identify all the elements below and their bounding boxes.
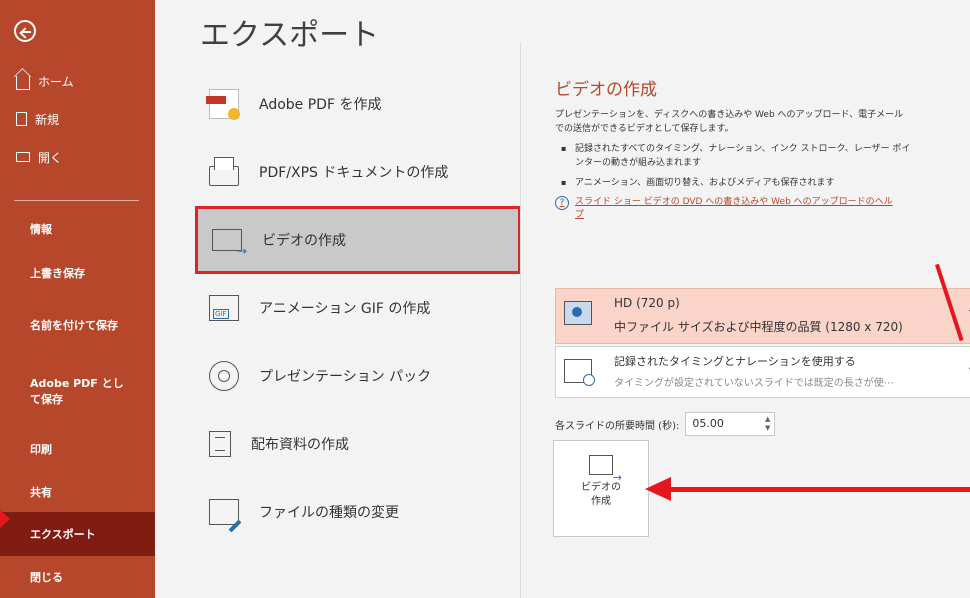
gif-icon <box>209 295 239 321</box>
option-label: 配布資料の作成 <box>251 437 349 453</box>
video-detail-panel: ビデオの作成 プレゼンテーションを、ディスクへの書き込みや Web へのアップロ… <box>555 75 970 222</box>
sidebar-item-label: 情報 <box>30 223 52 236</box>
timing-dropdown[interactable]: 記録されたタイミングとナレーションを使用する タイミングが設定されていないスライ… <box>555 346 970 398</box>
spin-arrows-icon[interactable]: ▲ ▼ <box>765 415 770 433</box>
help-link[interactable]: ? スライド ショー ビデオの DVD への書き込みや Web へのアップロード… <box>555 196 970 222</box>
new-document-icon <box>16 112 27 126</box>
folder-icon <box>16 152 30 162</box>
create-video-label: ビデオの <box>581 482 621 493</box>
timing-title: 記録されたタイミングとナレーションを使用する <box>614 355 856 368</box>
help-link-line: プ <box>575 210 585 220</box>
sidebar-item-label: 新規 <box>35 112 60 127</box>
create-video-label: 作成 <box>591 496 611 507</box>
option-label: アニメーション GIF の作成 <box>259 301 431 317</box>
option-create-video[interactable]: ビデオの作成 <box>195 206 521 274</box>
help-question-icon: ? <box>555 196 569 210</box>
file-type-icon <box>209 499 239 525</box>
duration-value: 05.00 <box>692 417 724 430</box>
sidebar-item-label: エクスポート <box>30 528 96 541</box>
feature-bullets: 記録されたすべてのタイミング、ナレーション、インク ストローク、レーザー ポイ … <box>555 142 970 190</box>
bullet-text: ンターの動きが組み込まれます <box>575 158 702 168</box>
sidebar-item-label: 閉じる <box>30 571 63 584</box>
detail-description-line: プレゼンテーションを、ディスクへの書き込みや Web へのアップロード、電子メー… <box>555 110 904 120</box>
sidebar-item-home[interactable]: ホーム <box>0 62 155 100</box>
bullet-item: 記録されたすべてのタイミング、ナレーション、インク ストローク、レーザー ポイ … <box>555 142 970 170</box>
option-label: ビデオの作成 <box>262 233 346 249</box>
back-arrow-icon[interactable] <box>14 20 36 42</box>
disc-package-icon <box>209 361 239 391</box>
page-title: エクスポート <box>200 18 380 53</box>
create-video-button[interactable]: ビデオの 作成 <box>553 440 649 537</box>
option-label: ファイルの種類の変更 <box>259 505 399 521</box>
option-package-presentation[interactable]: プレゼンテーション パック <box>195 342 525 410</box>
sidebar-item-label: 印刷 <box>30 443 52 456</box>
sidebar-item-export[interactable]: エクスポート <box>0 512 155 556</box>
sidebar-item-label: 上書き保存 <box>30 267 85 280</box>
pane-divider <box>520 42 521 598</box>
hd-monitor-icon <box>564 301 592 325</box>
detail-description-line: での送信ができるビデオとして保存します。 <box>555 124 734 134</box>
bullet-text: アニメーション、画面切り替え、およびメディアも保存されます <box>575 178 835 188</box>
sidebar-item-print[interactable]: 印刷 <box>0 426 155 472</box>
option-create-pdf-xps[interactable]: PDF/XPS ドキュメントの作成 <box>195 138 525 206</box>
sidebar-item-info[interactable]: 情報 <box>0 206 155 252</box>
help-link-line: スライド ショー ビデオの DVD への書き込みや Web へのアップロードのヘ… <box>575 197 893 207</box>
sidebar-item-save-as[interactable]: 名前を付けて保存 <box>0 294 125 358</box>
printer-document-icon <box>209 157 239 186</box>
sidebar-item-new[interactable]: 新規 <box>0 100 155 138</box>
sidebar-divider <box>14 200 139 201</box>
help-link-text: スライド ショー ビデオの DVD への書き込みや Web へのアップロードのヘ… <box>575 196 893 222</box>
sidebar-item-label: ホーム <box>38 74 74 89</box>
timing-narration-icon <box>564 359 595 386</box>
duration-row: 各スライドの所要時間 (秒): 05.00 ▲ ▼ <box>555 412 776 436</box>
option-label: プレゼンテーション パック <box>259 369 432 385</box>
annotation-arrow <box>0 510 10 530</box>
chevron-down-icon <box>966 365 970 377</box>
quality-title: HD (720 p) <box>614 296 680 310</box>
adobe-pdf-icon <box>206 89 240 120</box>
detail-description: プレゼンテーションを、ディスクへの書き込みや Web へのアップロード、電子メー… <box>555 108 970 136</box>
home-icon <box>16 76 30 90</box>
duration-label: 各スライドの所要時間 (秒): <box>555 420 680 432</box>
detail-title: ビデオの作成 <box>555 80 657 100</box>
option-create-handouts[interactable]: 配布資料の作成 <box>195 410 525 478</box>
option-create-animated-gif[interactable]: アニメーション GIF の作成 <box>195 274 525 342</box>
timing-subtitle: タイミングが設定されていないスライドでは既定の長さが使⋯ <box>614 378 894 389</box>
export-options-list: Adobe PDF を作成 PDF/XPS ドキュメントの作成 ビデオの作成 ア… <box>195 70 525 546</box>
quality-subtitle: 中ファイル サイズおよび中程度の品質 (1280 x 720) <box>614 320 903 334</box>
video-icon <box>212 229 247 258</box>
sidebar-item-label: 共有 <box>30 486 52 499</box>
bullet-item: アニメーション、画面切り替え、およびメディアも保存されます <box>555 176 970 190</box>
option-change-file-type[interactable]: ファイルの種類の変更 <box>195 478 525 546</box>
sidebar-top-nav: ホーム 新規 開く <box>0 62 155 176</box>
sidebar-item-close[interactable]: 閉じる <box>0 556 155 598</box>
handout-icon <box>209 431 231 457</box>
annotation-arrow <box>665 487 970 492</box>
chevron-down-icon <box>966 307 970 319</box>
sidebar-item-label: Adobe PDF として保存 <box>30 377 124 406</box>
sidebar-bottom-nav: 情報 上書き保存 名前を付けて保存 Adobe PDF として保存 印刷 共有 … <box>0 206 155 598</box>
video-icon <box>589 455 622 484</box>
sidebar-item-save-as-pdf[interactable]: Adobe PDF として保存 <box>0 358 125 426</box>
sidebar-item-save[interactable]: 上書き保存 <box>0 252 155 294</box>
sidebar-item-share[interactable]: 共有 <box>0 472 155 512</box>
sidebar-item-open[interactable]: 開く <box>0 138 155 176</box>
sidebar-item-label: 名前を付けて保存 <box>30 319 118 332</box>
bullet-text: 記録されたすべてのタイミング、ナレーション、インク ストローク、レーザー ポイ <box>575 144 911 154</box>
option-label: Adobe PDF を作成 <box>259 97 382 113</box>
option-create-adobe-pdf[interactable]: Adobe PDF を作成 <box>195 70 525 138</box>
duration-input[interactable]: 05.00 ▲ ▼ <box>685 412 776 436</box>
backstage-sidebar: ホーム 新規 開く 情報 上書き保存 名前を付けて保存 Adobe PDF とし… <box>0 0 155 598</box>
quality-dropdown[interactable]: HD (720 p) 中ファイル サイズおよび中程度の品質 (1280 x 72… <box>555 288 970 344</box>
option-label: PDF/XPS ドキュメントの作成 <box>259 165 449 181</box>
sidebar-item-label: 開く <box>38 150 63 165</box>
